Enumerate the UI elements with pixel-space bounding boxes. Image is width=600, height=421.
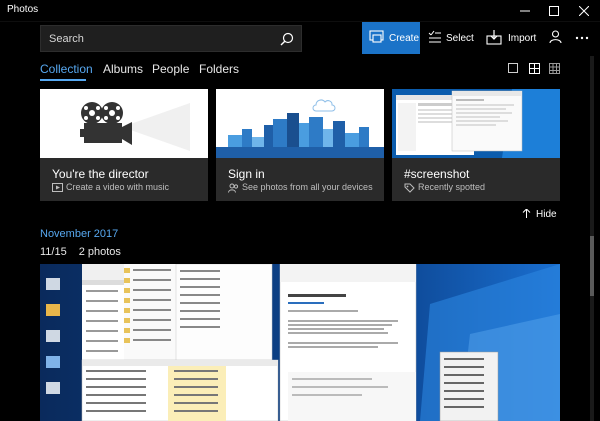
tab-folders[interactable]: Folders: [199, 62, 239, 76]
tab-people[interactable]: People: [152, 62, 189, 76]
more-button[interactable]: [572, 22, 592, 54]
view-large-icon[interactable]: [508, 63, 518, 73]
scrollbar-thumb[interactable]: [590, 236, 594, 296]
maximize-icon: [548, 6, 559, 16]
tab-albums[interactable]: Albums: [103, 62, 143, 76]
photo-thumbnail[interactable]: [40, 264, 560, 421]
month-header[interactable]: November 2017: [40, 228, 118, 240]
select-icon: [428, 30, 441, 43]
hide-label: Hide: [536, 209, 557, 220]
create-icon: [369, 30, 384, 43]
maximize-button[interactable]: [537, 0, 570, 22]
hide-button[interactable]: Hide: [522, 208, 557, 220]
create-label: Create: [389, 33, 420, 44]
nav-bar: Collection Albums People Folders: [0, 55, 600, 83]
screenshot-card[interactable]: #screenshot Recently spotted: [392, 89, 560, 201]
close-button[interactable]: [567, 0, 600, 22]
active-tab-underline: [40, 79, 86, 81]
account-button[interactable]: [546, 22, 566, 54]
card-title: #screenshot: [404, 167, 470, 181]
toolbar: Search Create Select Import: [0, 22, 600, 54]
scrollbar[interactable]: [590, 56, 594, 421]
film-projector-illustration: [40, 89, 208, 158]
card-subtitle: See photos from all your devices: [228, 182, 373, 193]
people-icon: [228, 183, 239, 193]
search-input[interactable]: Search: [49, 33, 84, 45]
photo-count: 2 photos: [78, 246, 121, 258]
tag-icon: [404, 183, 415, 193]
title-bar: Photos: [0, 0, 600, 22]
video-icon: [52, 183, 63, 193]
card-subtitle-text: See photos from all your devices: [242, 182, 373, 192]
card-subtitle-text: Create a video with music: [66, 182, 170, 192]
card-title: Sign in: [228, 167, 265, 181]
date-label: 11/15: [40, 246, 67, 258]
import-button[interactable]: Import: [484, 22, 537, 54]
more-icon: [575, 36, 589, 40]
view-medium-icon[interactable]: [529, 63, 540, 74]
select-button[interactable]: Select: [424, 22, 474, 54]
card-subtitle: Recently spotted: [404, 182, 485, 193]
import-icon: [486, 30, 502, 45]
sign-in-card[interactable]: Sign in See photos from all your devices: [216, 89, 384, 201]
tab-collection[interactable]: Collection: [40, 62, 93, 76]
person-icon: [549, 30, 562, 44]
select-label: Select: [446, 33, 474, 44]
director-card[interactable]: You're the director Create a video with …: [40, 89, 208, 201]
import-label: Import: [508, 33, 537, 44]
date-group-header: 11/15 2 photos: [40, 246, 133, 258]
create-button[interactable]: Create: [362, 22, 420, 54]
card-title: You're the director: [52, 167, 149, 181]
view-small-icon[interactable]: [549, 63, 560, 74]
search-box[interactable]: Search: [40, 25, 302, 52]
card-subtitle-text: Recently spotted: [418, 182, 486, 192]
screenshot-thumbnail: [392, 89, 560, 158]
minimize-icon: [519, 10, 530, 12]
close-icon: [578, 6, 589, 16]
card-subtitle: Create a video with music: [52, 182, 170, 193]
app-title: Photos: [7, 4, 39, 15]
search-icon[interactable]: [280, 32, 294, 46]
city-skyline-illustration: [216, 89, 384, 158]
arrow-up-icon: [522, 208, 531, 218]
